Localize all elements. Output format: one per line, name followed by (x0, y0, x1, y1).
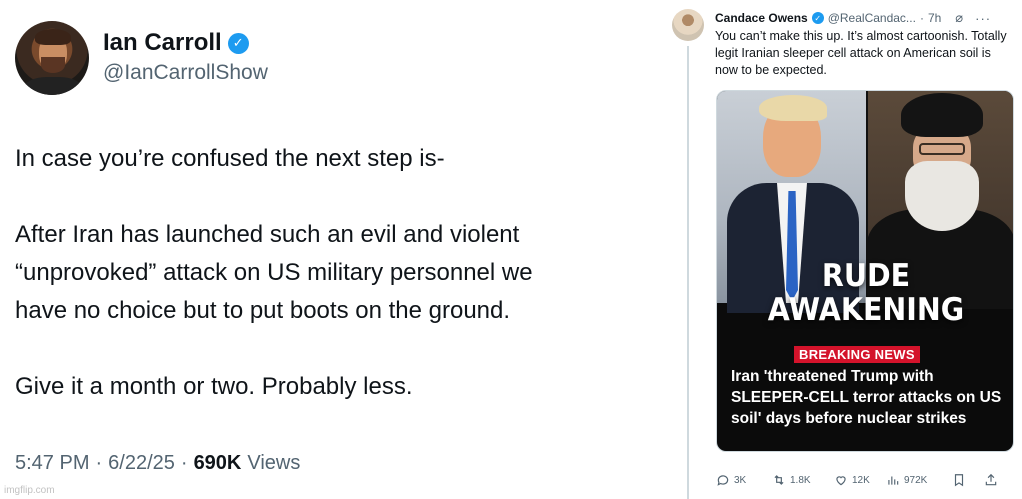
tweet-text: You can’t make this up. It’s almost cart… (715, 29, 1007, 77)
more-icon[interactable]: ··· (975, 11, 991, 26)
like-count: 12K (852, 474, 870, 486)
avatar[interactable] (15, 21, 89, 95)
repost-count: 1.8K (790, 474, 811, 486)
avatar[interactable] (672, 9, 704, 41)
tweet-time[interactable]: 5:47 PM (15, 452, 89, 475)
tweet-line: In case you’re confused the next step is… (15, 145, 445, 172)
like-icon (836, 476, 846, 486)
author-row: Ian Carroll ✓ (103, 29, 249, 57)
tweet-line: have no choice but to put boots on the g… (15, 297, 511, 324)
meta-separator: · (919, 11, 924, 25)
tweet-line: “unprovoked” attack on US military perso… (15, 259, 533, 286)
tweet-line (15, 178, 675, 216)
tweet-line: Give it a month or two. Probably less. (15, 373, 413, 400)
tweet-text: In case you’re confused the next step is… (15, 140, 675, 406)
author-row: Candace Owens ✓ @RealCandac... · 7h ⌀ ··… (715, 10, 991, 26)
reply-icon (717, 475, 729, 486)
bookmark-icon (954, 474, 964, 487)
like-button[interactable]: 12K (834, 473, 886, 487)
reply-count: 3K (734, 474, 747, 486)
verified-badge-icon: ✓ (227, 32, 249, 54)
tweet-meta: 5:47 PM · 6/22/25 · 690K Views (15, 452, 300, 475)
meta-separator: · (180, 452, 188, 474)
repost-button[interactable]: 1.8K (772, 473, 834, 487)
breaking-news-badge: BREAKING NEWS (794, 346, 920, 363)
share-icon (985, 473, 997, 486)
views-count: 690K (193, 452, 242, 474)
views-icon (888, 476, 899, 485)
grok-icon[interactable]: ⌀ (955, 10, 963, 26)
views-count: 972K (904, 474, 928, 486)
author-name[interactable]: Ian Carroll (103, 29, 222, 57)
share-button[interactable] (984, 473, 998, 487)
verified-badge-icon: ✓ (811, 12, 824, 24)
author-name[interactable]: Candace Owens (715, 11, 808, 25)
media-story-text: Iran 'threatened Trump with SLEEPER-CELL… (731, 368, 1002, 427)
thread-line (687, 46, 689, 499)
views-label: Views (247, 452, 301, 474)
watermark: imgflip.com (4, 485, 55, 496)
tweet-line (15, 330, 675, 368)
tweet-media-image[interactable]: RUDE AWAKENING BREAKING NEWS Iran 'threa… (716, 90, 1014, 452)
action-bar: 3K 1.8K 12K 972K (716, 473, 1016, 487)
tweet-date[interactable]: 6/22/25 (108, 452, 175, 475)
right-tweet: Candace Owens ✓ @RealCandac... · 7h ⌀ ··… (664, 0, 1022, 499)
headline-line: RUDE (821, 258, 911, 294)
views-button[interactable]: 972K (886, 473, 952, 487)
reply-button[interactable]: 3K (716, 473, 772, 487)
media-headline: RUDE AWAKENING (729, 259, 1003, 327)
meta-separator: · (95, 452, 103, 474)
tweet-line: After Iran has launched such an evil and… (15, 221, 520, 248)
author-handle[interactable]: @RealCandac... (828, 11, 916, 25)
tweet-time[interactable]: 7h (928, 11, 941, 25)
author-handle[interactable]: @IanCarrollShow (103, 61, 268, 85)
headline-line: AWAKENING (767, 292, 965, 328)
bookmark-button[interactable] (952, 473, 984, 487)
left-tweet: Ian Carroll ✓ @IanCarrollShow In case yo… (0, 0, 686, 499)
repost-icon (774, 475, 784, 485)
